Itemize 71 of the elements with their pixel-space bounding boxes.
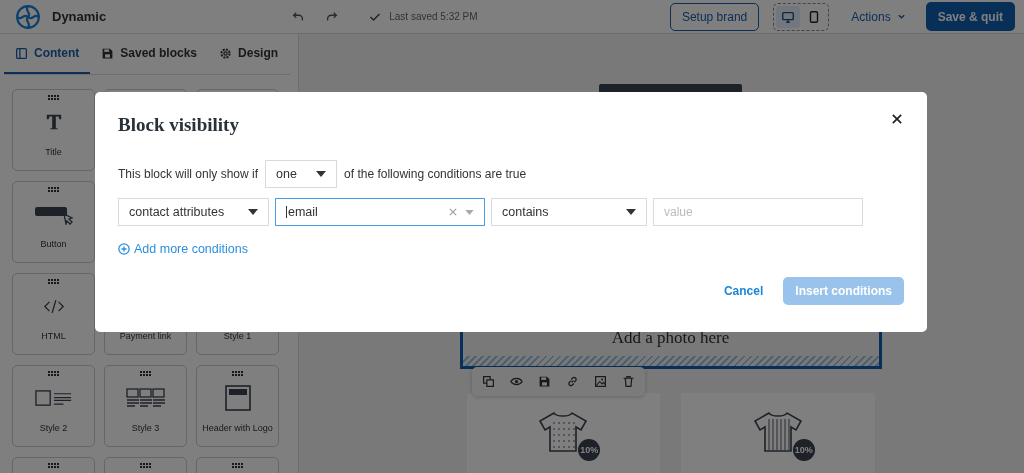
drag-handle-icon[interactable]	[47, 95, 60, 101]
drag-handle-icon[interactable]	[47, 279, 60, 285]
chevron-down-icon	[896, 12, 906, 21]
panel-icon	[15, 46, 28, 60]
tile-label: Title	[45, 147, 62, 157]
image-icon[interactable]	[593, 375, 607, 388]
add-more-conditions-link[interactable]: Add more conditions	[118, 242, 248, 256]
value-field[interactable]: value	[653, 198, 863, 226]
caret-icon	[626, 209, 636, 215]
tile-label: Button	[40, 239, 67, 249]
undo-icon[interactable]	[291, 9, 306, 24]
drag-handle-icon[interactable]	[231, 463, 244, 469]
cancel-button[interactable]: Cancel	[717, 283, 770, 299]
swirl-logo-icon	[15, 3, 41, 30]
drag-handle-icon[interactable]	[231, 371, 244, 377]
document-title: Dynamic	[52, 9, 107, 24]
desktop-view-button[interactable]	[776, 5, 801, 28]
tile-label: Header with Logo	[202, 423, 273, 433]
discount-badge: 10%	[578, 439, 601, 461]
tile-label: Payment link	[119, 331, 172, 341]
duplicate-icon[interactable]	[481, 375, 495, 388]
operator-select[interactable]: contains	[491, 198, 647, 226]
gear-icon	[219, 46, 233, 60]
match-select[interactable]: one	[265, 160, 338, 188]
photo-placeholder-text: Add a photo here	[611, 328, 730, 348]
discount-badge: 10%	[792, 439, 815, 461]
drag-handle-icon[interactable]	[47, 187, 60, 193]
eye-icon[interactable]	[509, 375, 523, 388]
block-tile[interactable]: Style 3	[104, 365, 187, 447]
close-icon[interactable]	[892, 114, 902, 124]
condition-sentence-start: This block will only show if	[118, 167, 259, 181]
save-icon[interactable]	[537, 375, 551, 388]
redo-icon[interactable]	[325, 9, 340, 24]
tile-label: Style 2	[39, 423, 68, 433]
image-text-layout-icon	[34, 388, 73, 408]
block-tile[interactable]: Title	[12, 89, 95, 171]
actions-menu-button[interactable]: Actions	[845, 8, 912, 25]
tile-label: Style 3	[131, 423, 160, 433]
source-select[interactable]: contact attributes	[118, 198, 269, 226]
drag-handle-icon[interactable]	[47, 463, 60, 469]
drag-handle-icon[interactable]	[139, 463, 152, 469]
trash-icon[interactable]	[621, 375, 635, 388]
tile-label: Style 1	[223, 331, 252, 341]
plus-circle-icon	[118, 243, 130, 255]
tile-label: HTML	[41, 331, 66, 341]
header-layout-icon	[224, 385, 251, 411]
three-column-layout-icon	[125, 388, 166, 408]
block-tile[interactable]: Header with Logo	[196, 365, 279, 447]
code-icon	[42, 298, 65, 314]
link-icon[interactable]	[565, 375, 579, 388]
sidebar-tab[interactable]: Content	[4, 34, 91, 74]
save-icon	[101, 46, 115, 60]
sidebar-tab[interactable]: Design	[208, 34, 290, 74]
block-tile[interactable]: Button	[12, 181, 95, 263]
block-tile[interactable]: HTML	[12, 273, 95, 355]
block-tile[interactable]: Style 2	[12, 365, 95, 447]
dialog-title: Block visibility	[118, 114, 239, 136]
sidebar-tab[interactable]: Saved blocks	[90, 34, 209, 74]
monitor-icon	[781, 9, 796, 24]
condition-sentence-end: of the following conditions are true	[344, 167, 527, 181]
letter-t-icon	[44, 113, 63, 131]
clear-icon[interactable]	[449, 208, 457, 216]
last-saved-status: Last saved 5:32 PM	[389, 11, 478, 22]
caret-icon	[465, 209, 474, 215]
save-and-quit-button[interactable]: Save & quit	[925, 2, 1015, 31]
caret-icon	[248, 209, 258, 215]
drag-handle-icon[interactable]	[47, 371, 60, 377]
attribute-combobox[interactable]: email	[275, 198, 485, 226]
setup-brand-button[interactable]: Setup brand	[669, 2, 760, 31]
drag-handle-icon[interactable]	[139, 371, 152, 377]
caret-icon	[316, 171, 327, 177]
